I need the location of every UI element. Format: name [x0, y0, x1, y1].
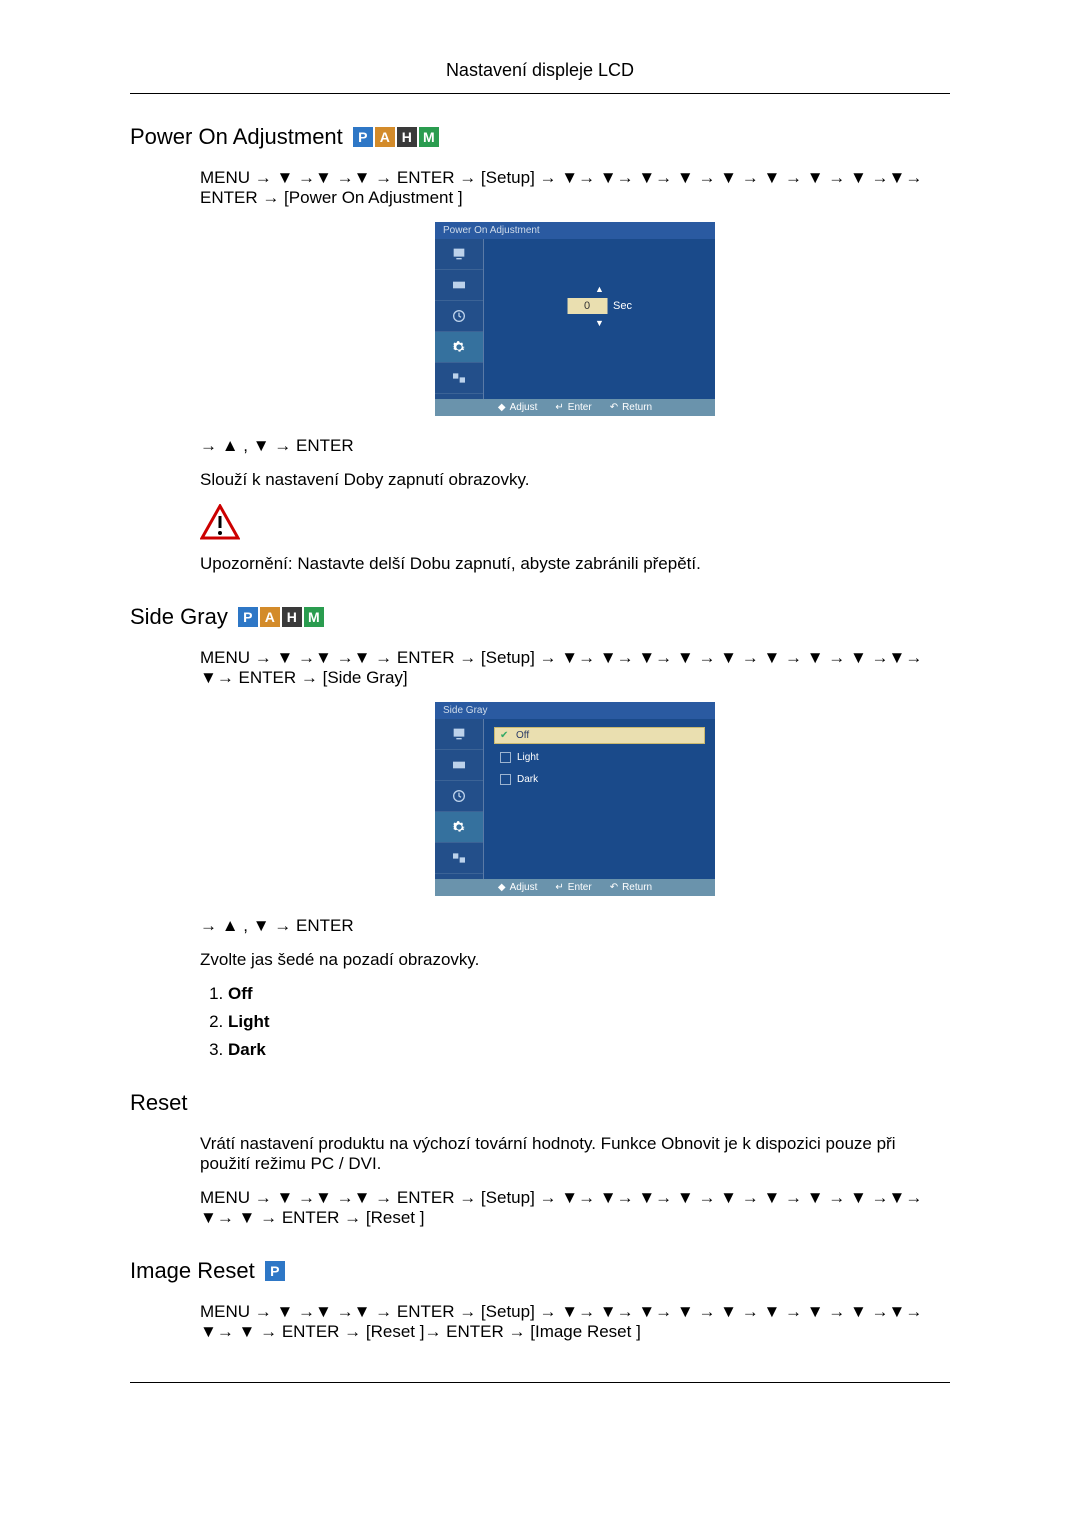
badge-m: M [419, 127, 439, 147]
badge-h: H [397, 127, 417, 147]
osd-tab-image [435, 239, 483, 270]
osd-sidebar [435, 239, 484, 399]
badge-p: P [265, 1261, 285, 1281]
badge-h: H [282, 607, 302, 627]
osd-tab-setup [435, 812, 483, 843]
section-desc: Zvolte jas šedé na pozadí obrazovky. [200, 950, 950, 970]
osd-value: 0 [567, 298, 607, 314]
option-label: Light [228, 1012, 270, 1031]
adjust-icon: ◆ [498, 882, 506, 893]
footer-enter: Enter [568, 402, 592, 413]
osd-option-label: Off [516, 730, 529, 741]
osd-unit: Sec [613, 300, 632, 312]
osd-option-off: ✔ Off [494, 727, 705, 744]
badge-p: P [238, 607, 258, 627]
menu-path: MENU → ▼ →▼ →▼ → ENTER → [Setup] → ▼→ ▼→… [200, 168, 950, 208]
osd-down-icon: ▼ [595, 318, 604, 328]
osd-main: ▲ 0 Sec ▼ [484, 239, 715, 399]
option-label: Off [228, 984, 253, 1003]
section-title-side-gray: Side Gray P A H M [130, 604, 950, 630]
section-title-reset: Reset [130, 1090, 950, 1116]
osd-tab-multi [435, 363, 483, 394]
footer-adjust: Adjust [510, 882, 538, 893]
return-icon: ↶ [610, 402, 618, 413]
section-title-power-on: Power On Adjustment P A H M [130, 124, 950, 150]
osd-power-on: Power On Adjustment ▲ 0 [435, 222, 715, 416]
section-desc: Slouží k nastavení Doby zapnutí obrazovk… [200, 470, 950, 490]
return-icon: ↶ [610, 882, 618, 893]
option-label: Dark [228, 1040, 266, 1059]
osd-tab-input [435, 750, 483, 781]
osd-tab-input [435, 270, 483, 301]
adjust-icon: ◆ [498, 402, 506, 413]
section-title-text: Reset [130, 1090, 187, 1115]
enter-icon: ↵ [555, 882, 563, 893]
list-item: Dark [228, 1040, 950, 1060]
osd-option-label: Dark [517, 774, 538, 785]
menu-path: MENU → ▼ →▼ →▼ → ENTER → [Setup] → ▼→ ▼→… [200, 1302, 950, 1342]
osd-tab-time [435, 301, 483, 332]
badge-a: A [375, 127, 395, 147]
top-rule [130, 93, 950, 94]
page-header: Nastavení displeje LCD [130, 60, 950, 81]
list-item: Light [228, 1012, 950, 1032]
badge-m: M [304, 607, 324, 627]
footer-adjust: Adjust [510, 402, 538, 413]
osd-tab-image [435, 719, 483, 750]
caution-icon [200, 504, 240, 540]
after-osd-nav: → ▲ , ▼ → ENTER [200, 916, 950, 936]
caution-text: Upozornění: Nastavte delší Dobu zapnutí,… [200, 554, 950, 574]
enter-icon: ↵ [555, 402, 563, 413]
osd-option-dark: Dark [494, 771, 705, 788]
badge-row: P A H M [238, 607, 324, 627]
osd-main: ✔ Off Light Dark [484, 719, 715, 879]
list-item: Off [228, 984, 950, 1004]
section-title-image-reset: Image Reset P [130, 1258, 950, 1284]
osd-option-light: Light [494, 749, 705, 766]
badge-p: P [353, 127, 373, 147]
menu-path: MENU → ▼ →▼ →▼ → ENTER → [Setup] → ▼→ ▼→… [200, 648, 950, 688]
osd-footer: ◆ Adjust ↵ Enter ↶ Return [435, 879, 715, 896]
osd-side-gray: Side Gray ✔ Off [435, 702, 715, 896]
section-title-text: Side Gray [130, 604, 228, 630]
check-icon: ✔ [500, 730, 510, 741]
section-title-text: Image Reset [130, 1258, 255, 1284]
option-list: Off Light Dark [200, 984, 950, 1060]
osd-title: Side Gray [435, 702, 715, 719]
footer-return: Return [622, 402, 652, 413]
osd-tab-setup [435, 332, 483, 363]
bottom-rule [130, 1382, 950, 1383]
box-icon [500, 774, 511, 785]
osd-option-label: Light [517, 752, 539, 763]
footer-enter: Enter [568, 882, 592, 893]
box-icon [500, 752, 511, 763]
badge-row: P [265, 1261, 285, 1281]
osd-sidebar [435, 719, 484, 879]
after-osd-nav: → ▲ , ▼ → ENTER [200, 436, 950, 456]
menu-path: MENU → ▼ →▼ →▼ → ENTER → [Setup] → ▼→ ▼→… [200, 1188, 950, 1228]
footer-return: Return [622, 882, 652, 893]
badge-a: A [260, 607, 280, 627]
osd-tab-multi [435, 843, 483, 874]
osd-footer: ◆ Adjust ↵ Enter ↶ Return [435, 399, 715, 416]
section-title-text: Power On Adjustment [130, 124, 343, 150]
osd-title: Power On Adjustment [435, 222, 715, 239]
section-desc: Vrátí nastavení produktu na výchozí tová… [200, 1134, 950, 1174]
osd-up-icon: ▲ [595, 284, 604, 294]
badge-row: P A H M [353, 127, 439, 147]
osd-tab-time [435, 781, 483, 812]
